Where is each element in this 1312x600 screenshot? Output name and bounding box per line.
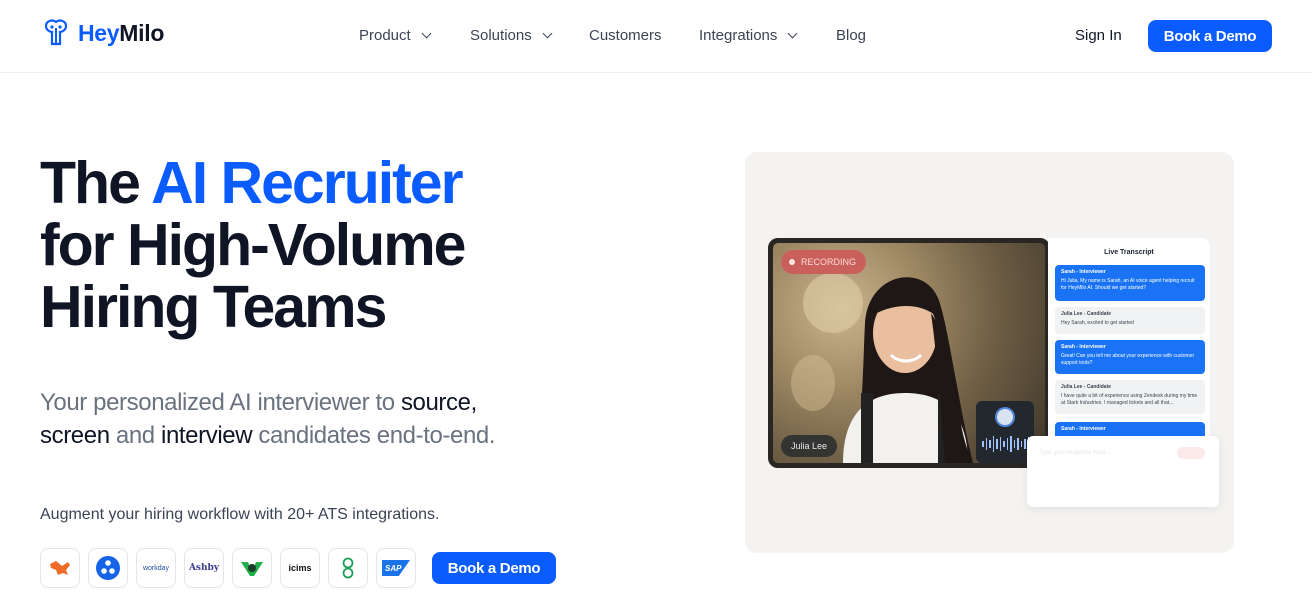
sap-wordmark: SAP [385,563,402,573]
sign-in-link[interactable]: Sign In [1075,27,1122,44]
workday-logo: workday [136,548,176,588]
nav-item-blog[interactable]: Blog [836,27,866,44]
nav-item-product[interactable]: Product [359,27,432,44]
top-navigation: HeyMilo Product Solutions Customers Inte… [0,0,1312,73]
message-text: Hey Sarah, excited to get started [1061,320,1134,326]
live-transcript-panel: Live Transcript Sarah - Interviewer Hi Ju… [1048,238,1210,460]
nav-item-customers[interactable]: Customers [589,27,662,44]
icims-logo: icims [280,548,320,588]
gem-logo [328,548,368,588]
heymilo-logo[interactable]: HeyMilo [40,18,164,48]
greenhouse-logo [40,548,80,588]
recording-badge: RECORDING [781,250,867,274]
message-author: Julia Lee - Candidate [1061,384,1112,390]
recording-label: RECORDING [801,257,857,267]
chevron-down-icon [787,28,798,39]
sub-part-1: Your personalized AI interviewer to [40,389,401,416]
headline-line-2: for High-Volume [40,212,466,278]
candidate-nametag: Julia Lee [781,435,838,457]
greenhouse-icon [50,561,70,575]
logo-text: HeyMilo [78,19,165,46]
bamboo-logo [88,548,128,588]
bamboo-icon [96,556,120,580]
nav-item-blog-label: Blog [836,27,867,44]
nav-item-integrations[interactable]: Integrations [699,27,798,44]
sap-logo: SAP [376,548,416,588]
ats-integrations-text: Augment your hiring workflow with 20+ AT… [40,506,440,523]
hero-subtitle: Your personalized AI interviewer to sour… [40,386,600,452]
message-author: Sarah - Interviewer [1061,269,1106,275]
sub-source: source, [400,389,477,416]
sub-end: candidates end-to-end. [252,422,496,449]
transcript-message: Julia Lee - Candidate I have quite a bit … [1055,380,1205,414]
workday-wordmark: workday [142,564,170,572]
hero-book-demo-button[interactable]: Book a Demo [432,552,556,584]
lever-icon [241,562,263,576]
gem-icon [342,557,354,579]
logo-mark-icon [44,19,68,46]
nav-item-solutions[interactable]: Solutions [470,27,553,44]
sap-badge: SAP [382,560,410,576]
headline-the: The [40,150,152,216]
nav-item-customers-label: Customers [589,27,662,44]
message-author: Sarah - Interviewer [1061,344,1106,350]
ai-interviewer-tile [976,401,1034,463]
chevron-down-icon [421,28,432,39]
headline-line-3: Hiring Teams [40,274,387,340]
message-author: Sarah - Interviewer [1061,426,1106,432]
ats-logo-row: workday Ashby icims SAP [40,548,416,588]
sub-interview: interview [161,422,253,449]
ashby-logo: Ashby [184,548,224,588]
response-input-placeholder: Type your response here... [1039,450,1111,456]
transcript-message: Sarah - Interviewer Hi Julia, My name is … [1055,265,1205,301]
message-text: Hi Julia, My name is Sarah, an AI voice … [1061,278,1195,291]
record-dot-icon [789,259,795,265]
message-text: Great! Can you tell me about your experi… [1061,353,1195,366]
ai-avatar-icon [995,407,1015,427]
transcript-title: Live Transcript [1104,249,1154,256]
icims-wordmark: icims [288,563,312,573]
transcript-message: Sarah - Interviewer Great! Can you tell m… [1055,340,1205,374]
ashby-wordmark: Ashby [188,563,220,573]
message-author: Julia Lee - Candidate [1061,311,1112,317]
headline-line-1: The AI Recruiter [40,152,464,214]
transcript-message: Julia Lee - Candidate Hey Sarah, excited … [1055,307,1205,334]
lever-logo [232,548,272,588]
nav-item-integrations-label: Integrations [699,27,778,44]
nav-item-solutions-label: Solutions [470,27,532,44]
headline-accent: AI Recruiter [151,150,463,216]
response-input-card[interactable]: Type your response here... [1027,436,1219,507]
audio-waveform-icon [982,435,1033,453]
sub-screen: screen [40,422,110,449]
send-button[interactable] [1177,447,1205,459]
sub-and: and [109,422,162,449]
hero-headline: The AI Recruiter for High-Volume Hiring … [40,152,466,340]
video-call-window: RECORDING Julia Lee [768,238,1050,468]
book-demo-button[interactable]: Book a Demo [1148,20,1272,52]
message-text: I have quite a bit of experience using Z… [1061,393,1198,406]
nav-item-product-label: Product [359,27,411,44]
chevron-down-icon [542,28,553,39]
